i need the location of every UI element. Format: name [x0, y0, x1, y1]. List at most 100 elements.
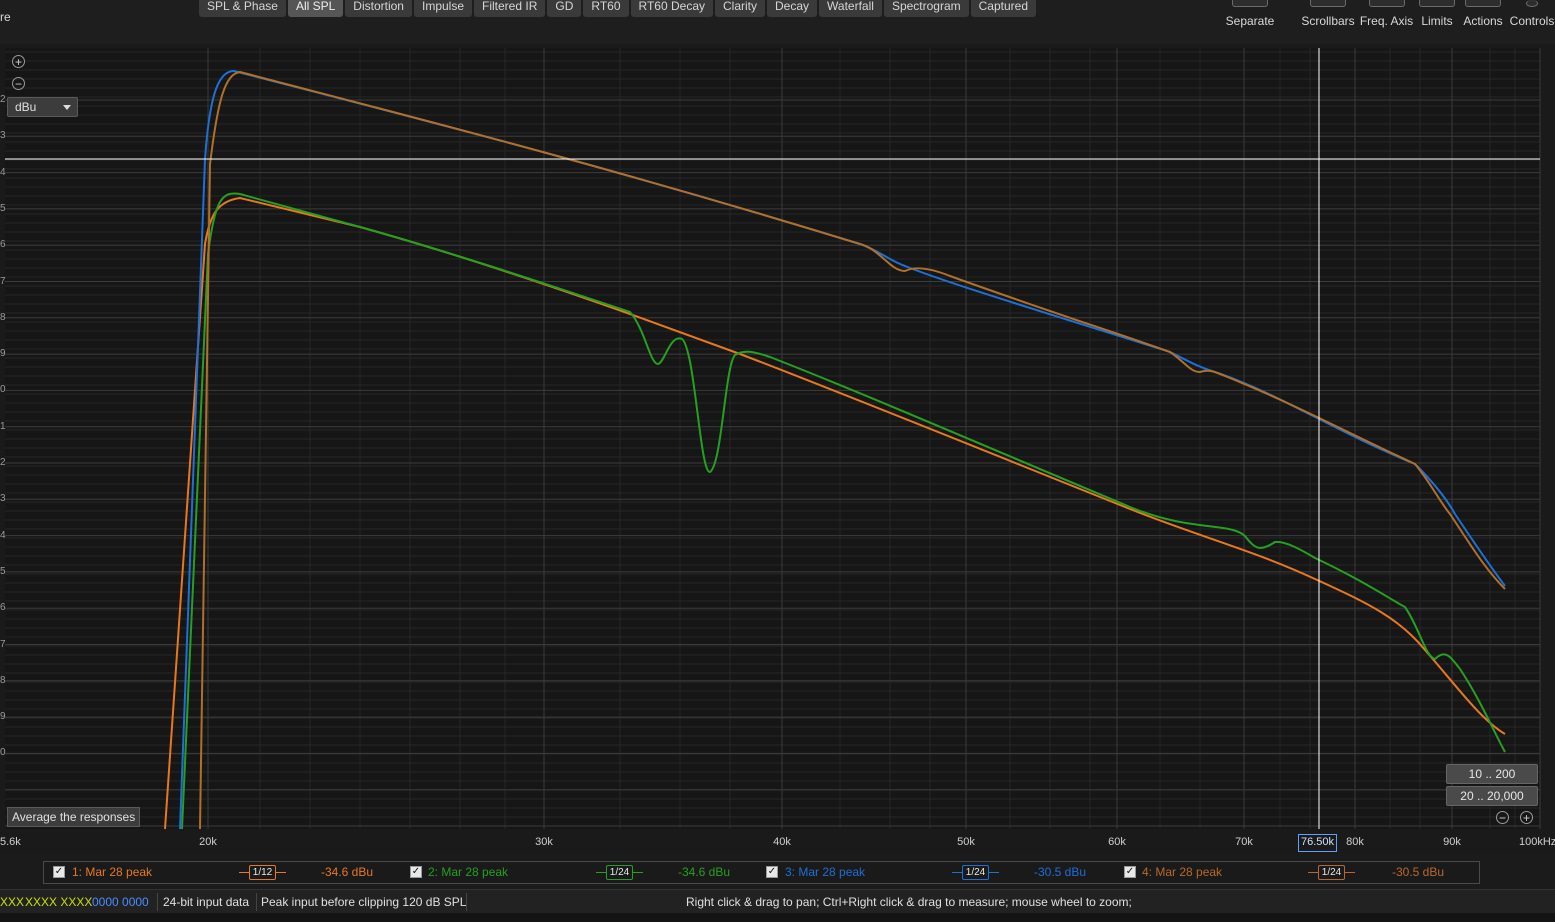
y-tick-label: 4: [0, 166, 6, 178]
measurement-1-smoothing[interactable]: 1/12: [239, 865, 286, 880]
taskbar-strip: [0, 913, 1555, 922]
smoothing-value: 1/24: [1321, 867, 1342, 878]
peak-input-info: Peak input before clipping 120 dB SPL: [261, 895, 467, 909]
measurement-3-checkbox[interactable]: ✓: [766, 866, 778, 878]
status-bar: XXX XXXX XXXX 0000 0000 24-bit input dat…: [0, 889, 1555, 914]
y-tick-label: 8: [0, 674, 6, 686]
x-zoom-out-icon[interactable]: −: [1496, 811, 1509, 824]
spl-graph[interactable]: + − dBu 2 3 4 5 6 7 8 9 0 1 2 3 4 5 6 7 8 9 0 Average the …: [0, 44, 1555, 854]
x-tick-label: 80k: [1346, 836, 1364, 848]
measurement-legend: ✓ 1: Mar 28 peak 1/12 -34.6 dBu ✓ 2: Mar 28 p…: [43, 861, 1480, 884]
x-tick-label: 5.6k: [0, 836, 21, 848]
separate-button[interactable]: Separate: [1225, 0, 1275, 30]
cursor-frequency-readout: 76.50k: [1298, 834, 1338, 852]
tab-rt60[interactable]: RT60: [583, 0, 629, 17]
y-tick-label: 2: [0, 457, 6, 468]
y-tick-label: 2: [0, 94, 6, 105]
x-tick-label: 50k: [957, 836, 975, 848]
average-responses-button[interactable]: Average the responses: [7, 807, 141, 827]
measurement-4-level: -30.5 dBu: [1392, 865, 1445, 879]
tab-clarity[interactable]: Clarity: [715, 0, 766, 17]
tab-rt60-decay[interactable]: RT60 Decay: [630, 0, 713, 17]
range-20-20000-button[interactable]: 20 .. 20,000: [1446, 786, 1538, 806]
gear-icon: [1526, 0, 1538, 7]
x-tick-label: 30k: [535, 836, 553, 848]
y-tick-label: 0: [0, 384, 6, 396]
measurement-4-label[interactable]: 4: Mar 28 peak: [1142, 862, 1222, 883]
x-tick-label: 100kHz: [1519, 836, 1555, 848]
measurement-3-level: -30.5 dBu: [1034, 865, 1087, 879]
freq-axis-icon: [1368, 0, 1405, 7]
y-tick-label: 7: [0, 275, 6, 287]
actions-icon: [1465, 0, 1501, 7]
y-tick-label: 5: [0, 565, 6, 577]
input-bit-depth: 24-bit input data: [163, 895, 250, 909]
tab-impulse[interactable]: Impulse: [413, 0, 473, 17]
status-separator: [466, 893, 467, 911]
status-field-b: XXXX XXXX: [25, 895, 93, 909]
y-tick-label: 6: [0, 602, 6, 614]
zoom-out-icon[interactable]: −: [12, 77, 25, 90]
tab-spl-phase[interactable]: SPL & Phase: [199, 0, 286, 17]
limits-icon: [1419, 0, 1455, 7]
y-tick-label: 7: [0, 638, 6, 650]
top-toolbar: re SPL & Phase All SPL Distortion Impulse Fi…: [0, 0, 1555, 44]
controls-button[interactable]: Controls: [1509, 0, 1555, 30]
scrollbars-button[interactable]: Scrollbars: [1300, 0, 1356, 30]
measurement-3-label[interactable]: 3: Mar 28 peak: [785, 862, 865, 883]
graph-tabs: SPL & Phase All SPL Distortion Impulse Filte…: [199, 0, 1038, 17]
measurement-2-smoothing[interactable]: 1/24: [596, 865, 643, 880]
tab-gd[interactable]: GD: [547, 0, 582, 17]
tab-filtered-ir[interactable]: Filtered IR: [474, 0, 546, 17]
x-tick-label: 20k: [199, 836, 217, 848]
measurement-4-checkbox[interactable]: ✓: [1124, 866, 1136, 878]
x-tick-label: 90k: [1443, 836, 1461, 848]
smoothing-value: 1/24: [965, 867, 986, 878]
status-separator: [256, 893, 257, 911]
y-tick-label: 0: [0, 747, 6, 759]
status-separator: [157, 893, 158, 911]
mouse-hint: Right click & drag to pan; Ctrl+Right cl…: [686, 895, 1132, 909]
measurement-4-smoothing[interactable]: 1/24: [1308, 865, 1355, 880]
limits-button[interactable]: Limits: [1418, 0, 1456, 30]
y-tick-label: 4: [0, 529, 6, 541]
y-tick-label: 6: [0, 239, 6, 251]
y-tick-label: 9: [0, 348, 6, 360]
separate-icon: [1232, 0, 1268, 7]
measurement-3-smoothing[interactable]: 1/24: [952, 865, 999, 880]
tab-distortion[interactable]: Distortion: [345, 0, 412, 17]
smoothing-value: 1/24: [609, 867, 630, 878]
y-tick-label: 3: [0, 493, 6, 505]
y-tick-label: 1: [0, 420, 6, 432]
actions-button[interactable]: Actions: [1461, 0, 1505, 30]
tab-all-spl[interactable]: All SPL: [287, 0, 344, 17]
chevron-down-icon: [63, 105, 71, 110]
measurement-2-level: -34.6 dBu: [678, 865, 731, 879]
y-tick-label: 9: [0, 711, 6, 723]
status-field-c: 0000 0000: [92, 895, 149, 909]
tab-spectrogram[interactable]: Spectrogram: [883, 0, 969, 17]
y-tick-label: 8: [0, 311, 6, 323]
x-tick-label: 70k: [1235, 836, 1253, 848]
smoothing-value: 1/12: [252, 867, 273, 878]
tab-captured[interactable]: Captured: [970, 0, 1037, 17]
tab-waterfall[interactable]: Waterfall: [819, 0, 882, 17]
x-tick-label: 60k: [1108, 836, 1126, 848]
status-field-a: XXX: [0, 895, 25, 909]
measurement-1-label[interactable]: 1: Mar 28 peak: [72, 862, 152, 883]
truncated-left-label: re: [0, 10, 11, 24]
measurement-2-label[interactable]: 2: Mar 28 peak: [428, 862, 508, 883]
range-10-200-button[interactable]: 10 .. 200: [1446, 764, 1538, 784]
y-tick-label: 5: [0, 202, 6, 214]
tab-decay[interactable]: Decay: [767, 0, 818, 17]
unit-select[interactable]: dBu: [7, 97, 78, 117]
measurement-1-checkbox[interactable]: ✓: [53, 866, 65, 878]
zoom-in-icon[interactable]: +: [12, 55, 25, 68]
freq-axis-button[interactable]: Freq. Axis: [1359, 0, 1414, 30]
measurement-1-level: -34.6 dBu: [321, 865, 374, 879]
x-tick-label: 40k: [773, 836, 791, 848]
scrollbars-icon: [1310, 0, 1346, 7]
x-zoom-in-icon[interactable]: +: [1520, 811, 1533, 824]
measurement-2-checkbox[interactable]: ✓: [410, 866, 422, 878]
plot-canvas[interactable]: [0, 44, 1555, 854]
